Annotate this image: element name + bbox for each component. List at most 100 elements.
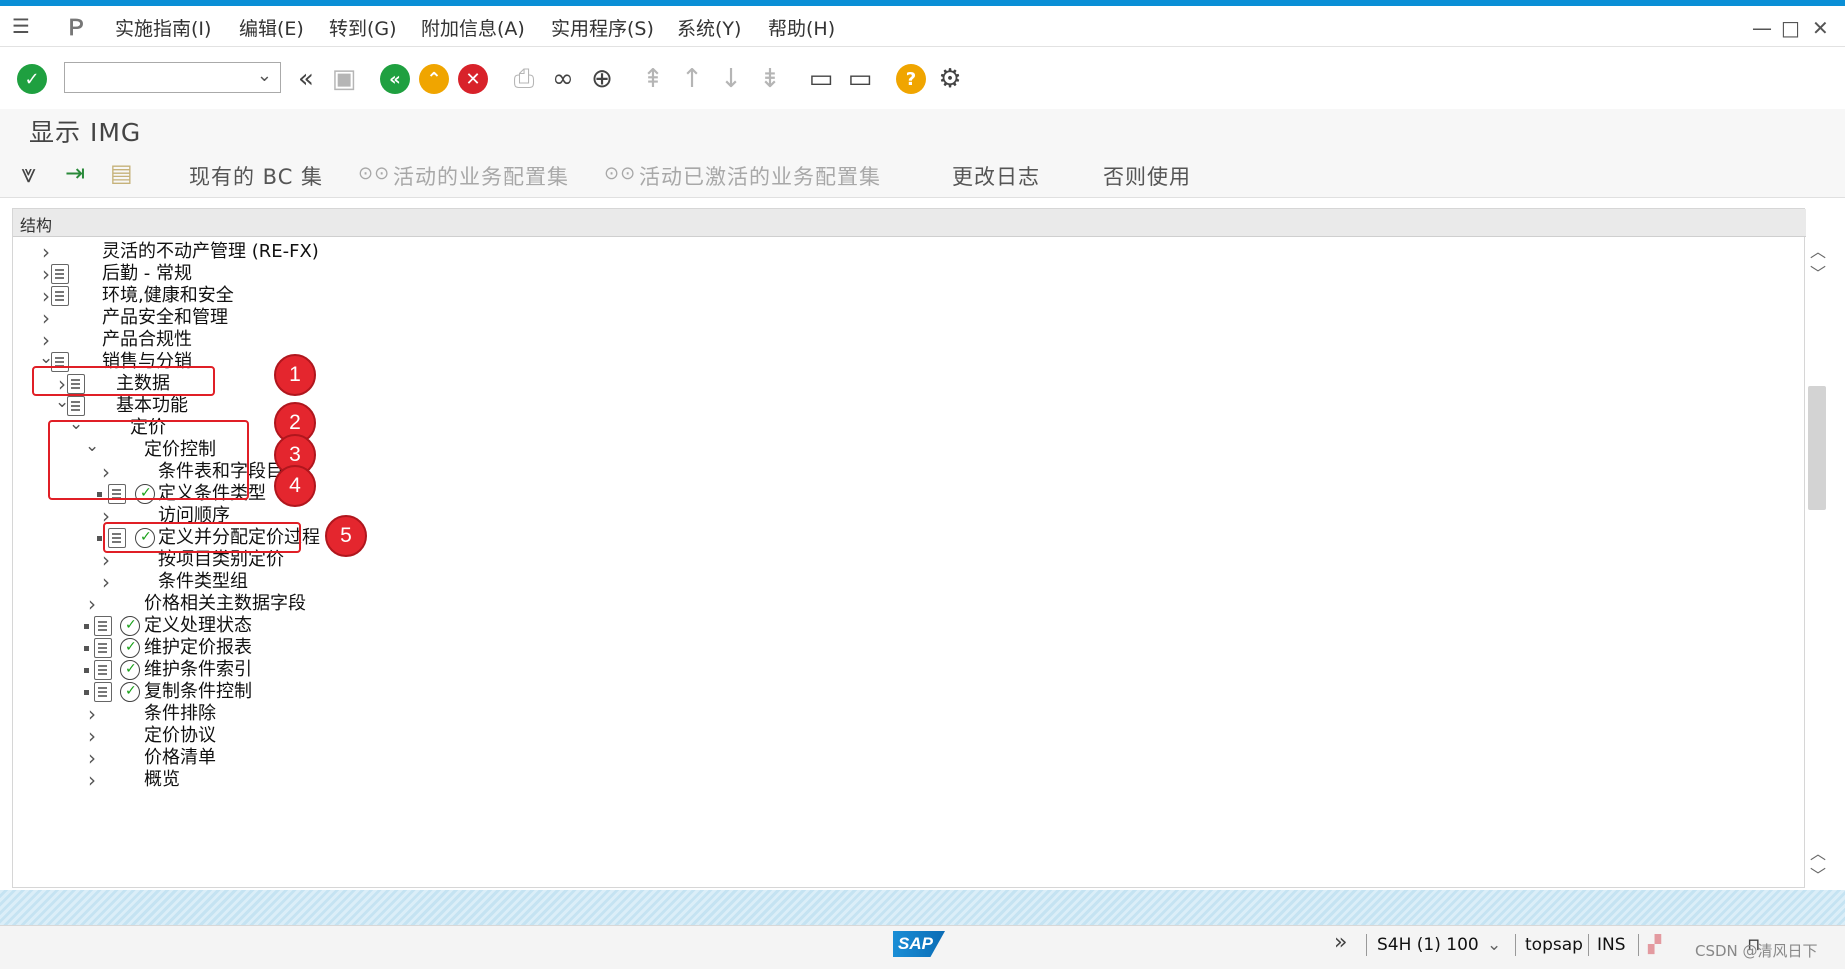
previous-page-icon: ↑ xyxy=(681,64,703,94)
execute-activity-icon[interactable] xyxy=(120,656,140,682)
documentation-icon[interactable] xyxy=(51,264,69,284)
tree-node[interactable]: › 概览 xyxy=(13,767,1793,793)
menu-system[interactable]: 系统(Y) xyxy=(677,14,741,41)
otherwise-use-button[interactable]: 否则使用 xyxy=(1103,161,1191,191)
tree-column-header-label: 结构 xyxy=(20,216,53,235)
activated-bc-sets-button[interactable]: 活动已激活的业务配置集 xyxy=(639,161,881,191)
menu-toggle-icon[interactable]: ☰ xyxy=(12,14,30,38)
exit-button[interactable]: ⌃ xyxy=(418,63,450,95)
vertical-scrollbar[interactable]: ︿ ﹀ ︿ ﹀ xyxy=(1806,236,1828,888)
application-toolbar: ⩔ ⇥ ▤ 现有的 BC 集 ⊙⊙ 活动的业务配置集 ⊙⊙ 活动已激活的业务配置… xyxy=(0,151,1845,198)
binoculars-plus-icon: ⊕ xyxy=(591,64,613,94)
annotation-box-sales-distribution xyxy=(32,366,215,396)
insert-mode[interactable]: INS xyxy=(1597,935,1626,955)
sap-p-icon[interactable]: Ｐ xyxy=(65,10,87,42)
glasses-icon: ⊙⊙ xyxy=(358,163,391,184)
documentation-icon[interactable] xyxy=(51,286,69,306)
leaf-bullet-icon xyxy=(84,646,89,651)
where-used-icon[interactable]: ⇥ xyxy=(65,159,95,189)
status-separator xyxy=(1515,934,1516,956)
glasses-icon: ⊙⊙ xyxy=(604,163,637,184)
status-separator xyxy=(1588,934,1589,956)
scrollbar-thumb[interactable] xyxy=(1808,386,1826,510)
page-title: 显示 IMG xyxy=(29,118,142,147)
double-chevron-left-icon: « xyxy=(298,64,314,94)
connection-icon: ▞ xyxy=(1648,935,1662,955)
help-icon: ? xyxy=(896,64,926,94)
gear-icon: ⚙ xyxy=(938,64,962,94)
menu-help[interactable]: 帮助(H) xyxy=(768,14,835,41)
new-window-icon: ▭ xyxy=(808,64,834,94)
annotation-box-define-condition-types xyxy=(103,522,301,553)
previous-page-button[interactable]: ↑ xyxy=(676,63,708,95)
standard-toolbar: ✓ ⌄ « ▣ « ⌃ ✕ ⎙ ∞ ⊕ ⇞ ↑ ↓ ⇟ ▭ ▭ ? ⚙ xyxy=(0,47,1845,109)
menu-utilities[interactable]: 实用程序(S) xyxy=(551,14,654,41)
status-bar: SAP » S4H (1) 100 ⌄ topsap INS ▞ ⊓ CSDN … xyxy=(0,925,1845,969)
documentation-icon[interactable] xyxy=(94,638,112,658)
binoculars-icon: ∞ xyxy=(552,64,574,94)
annotation-marker-1: 1 xyxy=(274,354,316,396)
user-name: topsap xyxy=(1525,935,1583,955)
title-bar: 显示 IMG xyxy=(0,109,1845,151)
cancel-button[interactable]: ✕ xyxy=(457,63,489,95)
chevron-right-icon[interactable]: › xyxy=(85,767,99,793)
last-page-icon: ⇟ xyxy=(759,64,781,94)
chevron-down-icon[interactable]: ⌄ xyxy=(1487,935,1501,955)
print-button[interactable]: ⎙ xyxy=(508,63,540,95)
status-separator xyxy=(1638,934,1639,956)
collapse-field-button[interactable]: « xyxy=(290,63,322,95)
next-page-icon: ↓ xyxy=(720,64,742,94)
execute-activity-icon[interactable] xyxy=(120,678,140,704)
change-log-button[interactable]: 更改日志 xyxy=(952,161,1040,191)
leaf-bullet-icon xyxy=(97,536,102,541)
maximize-icon[interactable]: □ xyxy=(1781,16,1800,40)
minimize-icon[interactable]: — xyxy=(1752,16,1772,40)
active-bc-sets-button[interactable]: 活动的业务配置集 xyxy=(393,161,569,191)
enter-button[interactable]: ✓ xyxy=(16,63,48,95)
back-icon: « xyxy=(380,64,410,94)
menu-implementation-guide[interactable]: 实施指南(I) xyxy=(115,14,211,41)
scroll-down-icon[interactable]: ﹀ xyxy=(1810,862,1826,886)
documentation-icon[interactable] xyxy=(94,660,112,680)
close-window-icon[interactable]: ✕ xyxy=(1812,16,1829,40)
find-next-button[interactable]: ⊕ xyxy=(586,63,618,95)
scroll-up-icon[interactable]: ︿ xyxy=(1810,238,1826,262)
help-button[interactable]: ? xyxy=(895,63,927,95)
double-chevron-right-icon[interactable]: » xyxy=(1334,930,1347,955)
footer-strip xyxy=(0,890,1845,925)
clipboard-icon[interactable]: ▤ xyxy=(110,159,140,189)
leaf-bullet-icon xyxy=(84,624,89,629)
menu-extras[interactable]: 附加信息(A) xyxy=(421,14,525,41)
next-page-button[interactable]: ↓ xyxy=(715,63,747,95)
command-field[interactable]: ⌄ xyxy=(64,62,281,93)
leaf-bullet-icon xyxy=(84,690,89,695)
find-button[interactable]: ∞ xyxy=(547,63,579,95)
existing-bc-sets-button[interactable]: 现有的 BC 集 xyxy=(189,161,323,191)
system-info[interactable]: S4H (1) 100 xyxy=(1377,935,1479,955)
annotation-box-pricing-path xyxy=(48,420,249,500)
settings-button[interactable]: ⚙ xyxy=(934,63,966,95)
checkmark-icon: ✓ xyxy=(17,64,47,94)
execute-activity-icon[interactable] xyxy=(120,612,140,638)
first-page-button[interactable]: ⇞ xyxy=(637,63,669,95)
last-page-button[interactable]: ⇟ xyxy=(754,63,786,95)
first-page-icon: ⇞ xyxy=(642,64,664,94)
scroll-up-icon[interactable]: ︿ xyxy=(1810,840,1826,864)
new-session-button[interactable]: ▭ xyxy=(805,63,837,95)
chevron-down-icon[interactable]: ⌄ xyxy=(257,65,272,86)
save-button[interactable]: ▣ xyxy=(328,63,360,95)
execute-activity-icon[interactable] xyxy=(120,634,140,660)
documentation-icon[interactable] xyxy=(94,616,112,636)
menu-goto[interactable]: 转到(G) xyxy=(329,14,397,41)
save-icon: ▣ xyxy=(331,64,357,94)
printer-icon: ⎙ xyxy=(513,63,535,94)
documentation-icon[interactable] xyxy=(94,682,112,702)
status-separator xyxy=(1366,934,1367,956)
leaf-bullet-icon xyxy=(84,668,89,673)
scroll-down-icon[interactable]: ﹀ xyxy=(1810,260,1826,284)
shortcut-button[interactable]: ▭ xyxy=(844,63,876,95)
expand-all-icon[interactable]: ⩔ xyxy=(21,159,51,189)
back-button[interactable]: « xyxy=(379,63,411,95)
annotation-marker-4: 4 xyxy=(274,465,316,507)
menu-edit[interactable]: 编辑(E) xyxy=(239,14,304,41)
